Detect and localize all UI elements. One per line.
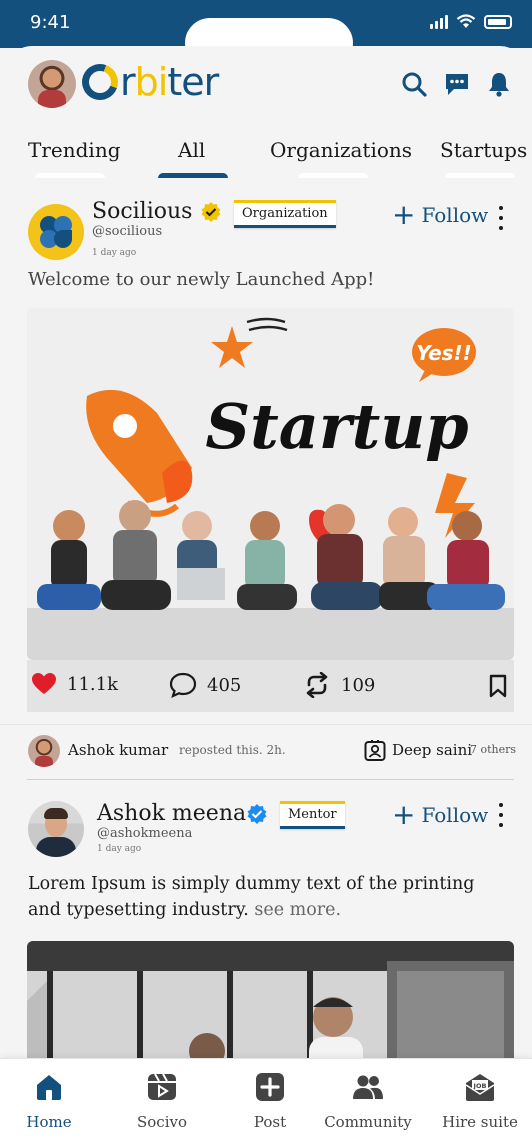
like-button[interactable]: 11.1k bbox=[31, 672, 118, 696]
post-author-handle: @socilious bbox=[92, 224, 163, 239]
more-options-icon[interactable] bbox=[496, 206, 506, 230]
nav-community-label: Community bbox=[324, 1113, 412, 1131]
post-card: Socilious Organization @socilious 1 day … bbox=[0, 186, 532, 724]
logo-o-mark bbox=[76, 58, 124, 106]
status-icons bbox=[430, 14, 512, 29]
tab-indicator bbox=[298, 173, 368, 178]
like-count: 11.1k bbox=[67, 673, 118, 695]
feed-tabs: Trending All Organizations Startups bbox=[0, 138, 532, 178]
app-screen: 9:41 r bi ter Trending All Organizations… bbox=[0, 0, 532, 1147]
other-reposter-name[interactable]: Deep saini bbox=[392, 741, 472, 759]
post-actions-bar: 11.1k 405 109 bbox=[27, 660, 514, 712]
post-time: 1 day ago bbox=[92, 248, 137, 258]
people-icon bbox=[353, 1075, 383, 1099]
comment-icon bbox=[169, 672, 197, 698]
battery-icon bbox=[484, 14, 512, 29]
speech-bubble-text: Yes!! bbox=[416, 341, 472, 365]
chat-icon[interactable] bbox=[443, 70, 471, 98]
repost-action: reposted this. 2h. bbox=[179, 743, 286, 757]
video-icon bbox=[148, 1073, 176, 1100]
nav-home-label: Home bbox=[26, 1113, 72, 1131]
role-badge: Organization bbox=[234, 200, 336, 228]
tab-organizations[interactable]: Organizations bbox=[270, 138, 412, 178]
tab-organizations-label: Organizations bbox=[270, 138, 413, 162]
tab-startups-label: Startups bbox=[440, 138, 528, 162]
logo-text-ter: ter bbox=[167, 60, 219, 104]
reposter-name[interactable]: Ashok kumar bbox=[68, 741, 168, 759]
plus-icon: + bbox=[392, 198, 416, 231]
bell-icon[interactable] bbox=[485, 70, 513, 98]
startup-illustration: Yes!! Startup bbox=[27, 308, 514, 660]
post-body: Lorem Ipsum is simply dummy text of the … bbox=[28, 871, 508, 923]
plus-icon: + bbox=[392, 798, 416, 831]
tab-startups[interactable]: Startups bbox=[440, 138, 527, 178]
tab-trending[interactable]: Trending bbox=[28, 138, 121, 178]
see-more-link[interactable]: see more. bbox=[254, 900, 341, 920]
post-time: 1 day ago bbox=[97, 844, 142, 854]
contact-card-icon bbox=[364, 740, 386, 761]
reposter-avatar[interactable] bbox=[28, 735, 60, 767]
logo-text-r: r bbox=[120, 60, 136, 104]
search-icon[interactable] bbox=[400, 70, 428, 98]
post-image[interactable]: Yes!! Startup bbox=[27, 308, 514, 660]
orbiter-logo: r bi ter bbox=[76, 58, 219, 106]
wifi-icon bbox=[456, 14, 476, 28]
tab-trending-label: Trending bbox=[28, 138, 121, 162]
repost-button[interactable]: 109 bbox=[303, 672, 375, 698]
post-caption: Welcome to our newly Launched App! bbox=[28, 269, 375, 290]
tab-all[interactable]: All bbox=[158, 138, 228, 178]
logo-text-bi: bi bbox=[134, 60, 169, 104]
repost-icon bbox=[306, 672, 328, 698]
plus-square-icon bbox=[256, 1073, 284, 1101]
tab-active-indicator bbox=[158, 173, 228, 178]
tab-indicator bbox=[35, 173, 105, 178]
post-author-name[interactable]: Ashok meena bbox=[97, 801, 246, 826]
tab-all-label: All bbox=[178, 138, 206, 162]
heart-icon bbox=[32, 673, 56, 694]
image-headline: Startup bbox=[205, 390, 468, 463]
profile-avatar[interactable] bbox=[28, 60, 76, 108]
job-icon: JOB bbox=[465, 1074, 495, 1101]
verified-blue-icon bbox=[247, 804, 267, 824]
follow-button[interactable]: + Follow bbox=[392, 198, 489, 231]
comment-button[interactable]: 405 bbox=[169, 672, 241, 698]
post-author-handle: @ashokmeena bbox=[97, 826, 193, 841]
org-avatar[interactable] bbox=[28, 204, 84, 260]
nav-community[interactable]: Community bbox=[318, 1071, 418, 1131]
others-count[interactable]: 7 others bbox=[470, 743, 516, 756]
repost-count: 109 bbox=[341, 674, 376, 696]
post-card: Ashok meena Mentor @ashokmeena 1 day ago… bbox=[0, 781, 532, 1091]
role-badge: Mentor bbox=[280, 801, 345, 829]
repost-info: Ashok kumar reposted this. 2h. Deep sain… bbox=[0, 724, 532, 780]
svg-text:JOB: JOB bbox=[473, 1082, 487, 1090]
follow-label: Follow bbox=[421, 803, 489, 827]
mentor-avatar[interactable] bbox=[28, 801, 84, 857]
bottom-nav: Home Socivo Post Community JOB Hire suit… bbox=[0, 1058, 532, 1147]
nav-socivo-label: Socivo bbox=[136, 1113, 187, 1131]
divider bbox=[27, 779, 514, 780]
app-header: r bi ter bbox=[0, 56, 532, 116]
comment-count: 405 bbox=[207, 674, 242, 696]
nav-post-label: Post bbox=[253, 1113, 287, 1131]
follow-label: Follow bbox=[421, 203, 489, 227]
follow-button[interactable]: + Follow bbox=[392, 798, 489, 831]
bookmark-icon[interactable] bbox=[489, 674, 507, 698]
status-time: 9:41 bbox=[30, 12, 71, 33]
nav-hire-suite[interactable]: JOB Hire suite bbox=[430, 1071, 530, 1131]
nav-socivo[interactable]: Socivo bbox=[112, 1071, 212, 1131]
more-options-icon[interactable] bbox=[496, 803, 506, 827]
post-author-name[interactable]: Socilious bbox=[92, 199, 192, 224]
verified-gold-icon bbox=[201, 202, 221, 222]
nav-home[interactable]: Home bbox=[0, 1071, 99, 1131]
post-body-text: Lorem Ipsum is simply dummy text of the … bbox=[28, 874, 475, 920]
nav-post[interactable]: Post bbox=[220, 1071, 320, 1131]
nav-hire-suite-label: Hire suite bbox=[442, 1113, 518, 1131]
home-icon bbox=[37, 1075, 61, 1100]
signal-icon bbox=[430, 14, 448, 29]
tab-indicator bbox=[445, 173, 515, 178]
